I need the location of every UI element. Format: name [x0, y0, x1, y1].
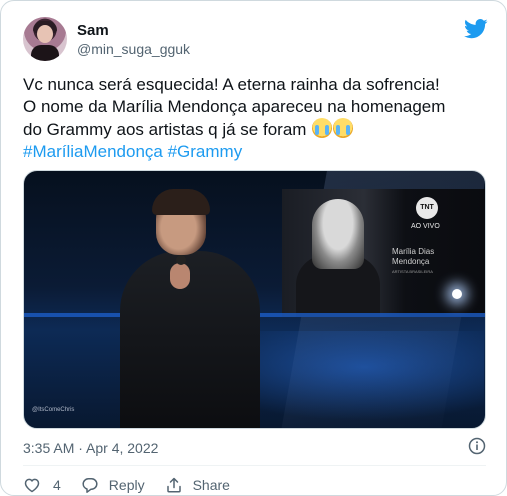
twitter-bird-icon[interactable] [464, 19, 488, 39]
heart-icon [24, 478, 40, 493]
tweet-line-2: O nome da Marília Mendonça apareceu na h… [23, 97, 446, 116]
tweet-line-1: Vc nunca será esquecida! A eterna rainha… [23, 75, 440, 94]
tribute-name-line-2: Mendonça [392, 257, 430, 266]
tweet-timestamp[interactable]: 3:35 AM · Apr 4, 2022 [23, 440, 158, 456]
tweet-actions: 4 Reply Share [23, 475, 250, 495]
tribute-portrait [312, 199, 364, 269]
singer-hair [152, 189, 210, 215]
broadcast-status: AO VIVO [411, 223, 440, 230]
avatar[interactable] [23, 17, 67, 61]
tribute-name: Marília Dias Mendonça [392, 247, 434, 267]
tweet-line-3: do Grammy aos artistas q já se foram [23, 118, 493, 141]
reply-bubble-icon [82, 478, 98, 493]
tribute-caption: ARTISTA BRASILEIRA [392, 269, 433, 274]
avatar-face [37, 25, 53, 43]
singer-hand [170, 263, 190, 289]
hashtag-marilia[interactable]: #MaríliaMendonça [23, 142, 163, 161]
share-label: Share [192, 477, 230, 493]
tweet-card: Sam @min_suga_gguk Vc nunca será esqueci… [0, 0, 507, 496]
broadcaster-logo: TNT [416, 197, 438, 219]
divider [23, 465, 486, 466]
like-count: 4 [53, 477, 61, 493]
singer-body [120, 251, 260, 428]
stage-spotlight [452, 289, 462, 299]
tribute-name-line-1: Marília Dias [392, 247, 435, 256]
tweet-media-image[interactable]: Marília Dias Mendonça ARTISTA BRASILEIRA … [23, 170, 486, 429]
author-handle[interactable]: @min_suga_gguk [77, 41, 190, 57]
tweet-line-3-text: do Grammy aos artistas q já se foram [23, 120, 307, 139]
like-button[interactable]: 4 [23, 476, 61, 494]
loudly-crying-face-icon [312, 118, 333, 138]
share-button[interactable]: Share [165, 476, 230, 494]
loudly-crying-face-icon [333, 118, 354, 138]
microphone [176, 255, 186, 265]
tweet-text: Vc nunca será esquecida! A eterna rainha… [23, 74, 493, 163]
avatar-body [31, 45, 59, 61]
video-watermark: @ItsComeChris [32, 407, 75, 413]
hashtag-grammy[interactable]: #Grammy [168, 142, 243, 161]
share-icon [166, 477, 181, 493]
info-icon[interactable] [468, 437, 486, 455]
reply-button[interactable]: Reply [81, 476, 145, 494]
reply-label: Reply [108, 477, 145, 493]
author-name[interactable]: Sam [77, 22, 109, 39]
hashtag-line: #MaríliaMendonça #Grammy [23, 141, 493, 163]
